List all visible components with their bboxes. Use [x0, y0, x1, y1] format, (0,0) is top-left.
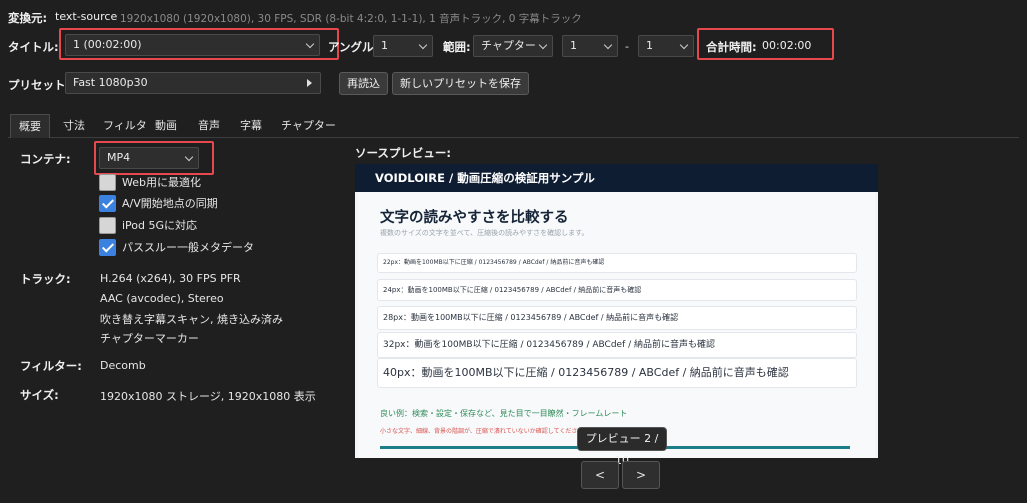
tab-chapters[interactable]: チャプター [281, 114, 336, 138]
preset-select[interactable]: Fast 1080p30 [65, 72, 321, 94]
size-label: サイズ: [20, 388, 59, 402]
range-dash: - [625, 40, 629, 53]
next-preview-button[interactable]: > [622, 461, 660, 489]
checkbox-checked-icon[interactable] [99, 195, 116, 212]
total-time-highlight [697, 28, 834, 60]
chevron-down-icon [538, 40, 548, 50]
reload-button[interactable]: 再読込 [339, 72, 388, 95]
angle-label: アングル: [328, 40, 379, 54]
range-end-select[interactable]: 1 [638, 35, 694, 57]
range-label: 範囲: [443, 40, 471, 54]
checkbox-icon[interactable] [99, 217, 116, 234]
arrow-right-icon [307, 79, 312, 87]
title-label: タイトル: [8, 40, 59, 54]
preview-counter-tooltip: プレビュー 2 / 10 [577, 427, 667, 467]
source-name: text-source [55, 10, 118, 23]
prev-preview-button[interactable]: < [581, 461, 619, 489]
checkbox-checked-icon[interactable] [99, 239, 116, 256]
preset-label: プリセット: [8, 78, 71, 92]
checkbox-icon[interactable] [99, 174, 116, 191]
tab-summary[interactable]: 概要 [10, 114, 50, 138]
angle-select[interactable]: 1 [373, 35, 433, 57]
source-label: 変換元: [8, 11, 48, 25]
track-item: H.264 (x264), 30 FPS PFR [100, 272, 241, 285]
tab-subtitles[interactable]: 字幕 [240, 114, 262, 138]
tab-dimensions[interactable]: 寸法 [63, 114, 85, 138]
track-item: AAC (avcodec), Stereo [100, 292, 224, 305]
tab-audio[interactable]: 音声 [198, 114, 220, 138]
container-highlight [94, 141, 214, 175]
option-label: A/V開始地点の同期 [122, 197, 218, 210]
range-type-select[interactable]: チャプター [473, 35, 553, 57]
filters-label: フィルター: [20, 359, 82, 373]
save-preset-button[interactable]: 新しいプリセットを保存 [392, 72, 529, 95]
range-start-value: 1 [570, 39, 577, 52]
range-type-value: チャプター [481, 39, 536, 52]
size-value: 1920x1080 ストレージ, 1920x1080 表示 [100, 390, 316, 403]
preset-select-value: Fast 1080p30 [73, 76, 148, 89]
tab-video[interactable]: 動画 [155, 114, 177, 138]
preview-green-line: 良い例：検索・設定・保存など、見た目で一目瞭然・フレームレート [380, 409, 628, 418]
container-label: コンテナ: [20, 152, 71, 166]
option-label: iPod 5Gに対応 [122, 219, 198, 232]
angle-select-value: 1 [381, 39, 388, 52]
chevron-down-icon [679, 40, 689, 50]
track-item: 吹き替え字幕スキャン, 焼き込み済み [100, 313, 283, 326]
tracks-label: トラック: [20, 272, 71, 286]
title-highlight [59, 28, 339, 60]
preview-heading: 文字の読みやすさを比較する [380, 210, 569, 226]
preview-row: 40px：動画を100MB以下に圧縮 / 0123456789 / ABCdef… [377, 358, 857, 388]
range-end-value: 1 [646, 39, 653, 52]
chevron-down-icon [418, 40, 428, 50]
option-label: Web用に最適化 [122, 176, 201, 189]
chevron-down-icon [603, 40, 613, 50]
preview-red-line: 小さな文字、細線、背景の階調が、圧縮で潰れていないか確認してください [380, 428, 584, 435]
source-info: 1920x1080 (1920x1080), 30 FPS, SDR (8-bi… [120, 13, 582, 25]
preview-label: ソースプレビュー: [355, 146, 452, 160]
preview-subheading: 複数のサイズの文字を並べて、圧縮後の読みやすさを確認します。 [380, 229, 589, 237]
filters-value: Decomb [100, 359, 146, 372]
preview-header: VOIDLOIRE / 動画圧縮の検証用サンプル [355, 164, 878, 192]
preview-row: 24px：動画を100MB以下に圧縮 / 0123456789 / ABCdef… [377, 279, 857, 301]
option-label: パススルー一般メタデータ [122, 241, 254, 254]
preview-row: 22px：動画を100MB以下に圧縮 / 0123456789 / ABCdef… [377, 253, 857, 273]
range-start-select[interactable]: 1 [562, 35, 618, 57]
preview-row: 32px：動画を100MB以下に圧縮 / 0123456789 / ABCdef… [377, 332, 857, 358]
preview-row: 28px：動画を100MB以下に圧縮 / 0123456789 / ABCdef… [377, 306, 857, 330]
source-preview-image: VOIDLOIRE / 動画圧縮の検証用サンプル 文字の読みやすさを比較する 複… [355, 164, 878, 458]
track-item: チャプターマーカー [100, 332, 199, 345]
tab-filters[interactable]: フィルタ [103, 114, 147, 138]
